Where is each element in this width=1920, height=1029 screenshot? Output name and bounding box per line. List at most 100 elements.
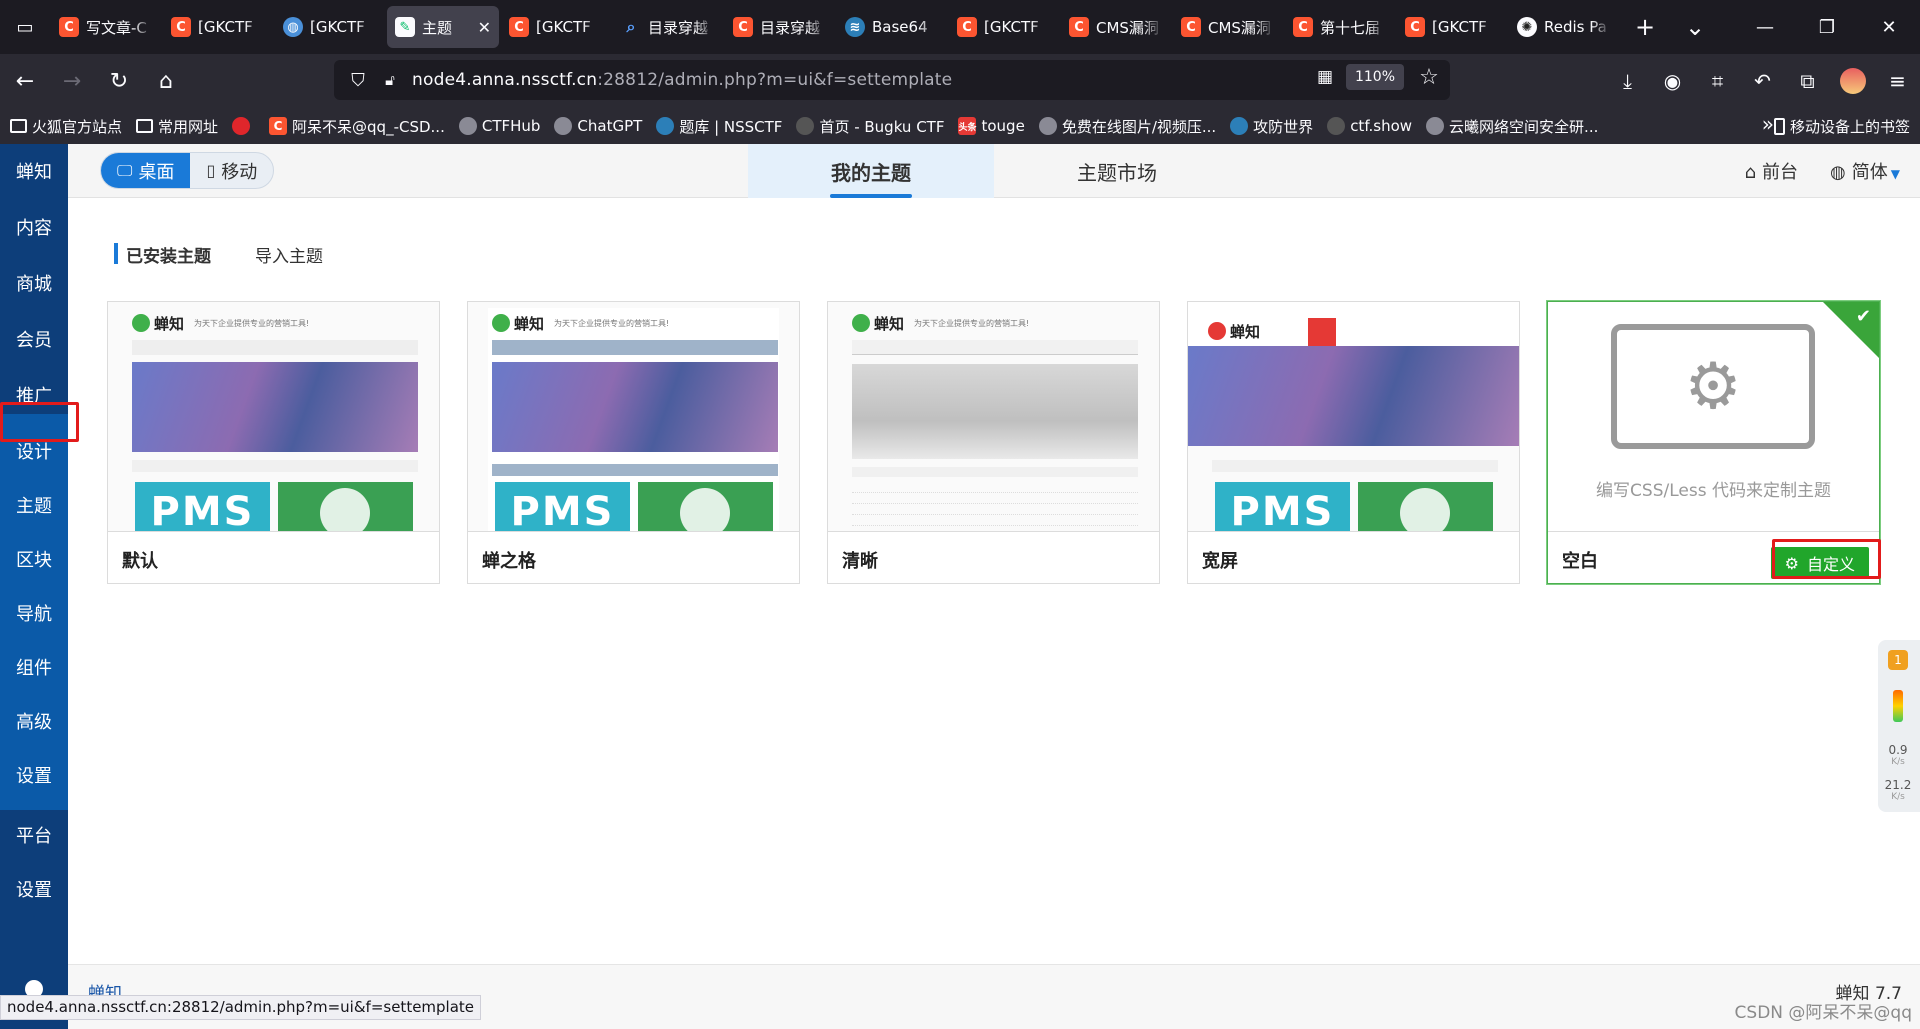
language-dropdown[interactable]: ◍ 简体 ▼ — [1830, 158, 1900, 184]
network-speed-widget[interactable]: 1 0.9 K/s 21.2 K/s — [1878, 640, 1920, 812]
minimize-icon[interactable]: — — [1734, 0, 1796, 54]
tab-theme-market[interactable]: 主题市场 — [994, 144, 1240, 198]
close-tab-icon[interactable]: ✕ — [478, 18, 491, 37]
device-mode-switch: 🖵︎ 桌面 ▯ 移动 — [100, 152, 275, 189]
customize-button[interactable]: ⚙ 自定义 — [1770, 547, 1869, 579]
csdn-icon: C — [509, 17, 529, 37]
browser-tab[interactable]: ✺ Redis Pa — [1509, 6, 1619, 48]
sidebar-item[interactable]: 导航 — [0, 586, 68, 640]
theme-card-default[interactable]: 蝉知 为天下企业提供专业的营销工具! PMS 默认 — [107, 301, 440, 584]
sidebar-item[interactable]: 组件 — [0, 640, 68, 694]
subtab-import-theme[interactable]: 导入主题 — [243, 242, 323, 267]
tab-list-icon[interactable]: ▭ — [0, 0, 50, 54]
sidebar-item[interactable]: 设计 — [0, 424, 68, 478]
url-text[interactable]: node4.anna.nssctf.cn:28812/admin.php?m=u… — [412, 70, 952, 90]
restore-icon[interactable]: ❐ — [1796, 0, 1858, 54]
bookmark-item[interactable]: 免费在线图片/视频压... — [1038, 116, 1216, 137]
mobile-bookmarks[interactable]: 移动设备上的书签 — [1773, 116, 1910, 137]
status-bar-url: node4.anna.nssctf.cn:28812/admin.php?m=u… — [0, 995, 482, 1020]
bookmark-item[interactable]: 火狐官方站点 — [10, 116, 122, 137]
tab-label: 写文章-C — [86, 18, 147, 37]
undo-icon[interactable]: ↶ — [1740, 59, 1785, 103]
bookmark-item[interactable]: 攻防世界 — [1230, 116, 1313, 137]
sidebar-item[interactable]: 蝉知 — [0, 144, 68, 198]
bookmark-item[interactable]: ChatGPT — [554, 117, 642, 135]
browser-tab[interactable]: C [GKCTF — [1397, 6, 1507, 48]
sidebar-item[interactable]: 内容 — [0, 200, 68, 254]
sidebar-item[interactable]: 高级 — [0, 694, 68, 748]
bookmark-item[interactable]: CTFHub — [458, 117, 540, 135]
mode-mobile[interactable]: ▯ 移动 — [190, 153, 273, 188]
sidebar-item[interactable]: 区块 — [0, 532, 68, 586]
csdn-icon: C — [1181, 17, 1201, 37]
bookmark-item[interactable]: 云曦网络空间安全研... — [1426, 116, 1598, 137]
edit-icon: ✎ — [395, 17, 415, 37]
bookmark-item[interactable]: ctf.show — [1327, 117, 1412, 135]
home-icon[interactable]: ⌂ — [144, 59, 188, 103]
bookmark-item[interactable]: 首页 - Bugku CTF — [796, 116, 944, 137]
browser-tab[interactable]: C 写文章-C — [51, 6, 161, 48]
qr-code-icon[interactable]: ▦ — [1314, 66, 1336, 88]
address-bar[interactable]: ⛉ 🔓︎ node4.anna.nssctf.cn:28812/admin.ph… — [334, 60, 1450, 100]
extensions-icon[interactable]: ⧉ — [1785, 59, 1830, 103]
desktop-icon: 🖵︎ — [117, 160, 133, 180]
forward-arrow-icon[interactable]: → — [50, 59, 94, 103]
sidebar-item[interactable]: 设置 — [0, 748, 68, 802]
front-link[interactable]: ⌂ 前台 — [1745, 158, 1798, 184]
home-icon: ⌂ — [1744, 162, 1757, 183]
bookmark-item[interactable]: 题库 | NSSCTF — [656, 116, 782, 137]
menu-icon[interactable]: ≡ — [1875, 59, 1920, 103]
mode-desktop[interactable]: 🖵︎ 桌面 — [101, 153, 191, 188]
browser-tab[interactable]: ≋ Base64 — [837, 6, 947, 48]
lock-icon[interactable]: 🔓︎ — [378, 71, 402, 89]
chevron-double-right-icon[interactable]: » — [1762, 112, 1774, 136]
zoom-level-badge[interactable]: 110% — [1345, 64, 1404, 90]
sidebar-item[interactable]: 商城 — [0, 256, 68, 310]
new-tab-button[interactable]: + — [1620, 0, 1670, 54]
theme-card-chanzhige[interactable]: 蝉知 为天下企业提供专业的营销工具! PMS 蝉之格 — [467, 301, 800, 584]
back-arrow-icon[interactable]: ← — [3, 59, 47, 103]
bookmark-item[interactable] — [232, 117, 255, 135]
close-window-icon[interactable]: ✕ — [1858, 0, 1920, 54]
browser-tab[interactable]: C [GKCTF — [949, 6, 1059, 48]
browser-tab[interactable]: ◍ [GKCTF — [275, 6, 385, 48]
account-icon[interactable]: ◉ — [1650, 59, 1695, 103]
theme-card-widescreen[interactable]: 蝉知 PMS 宽屏 — [1187, 301, 1520, 584]
sidebar-item[interactable]: 推广 — [0, 368, 68, 422]
browser-tab[interactable]: C 目录穿越 — [725, 6, 835, 48]
browser-tab[interactable]: ✎ 主题 ✕ — [387, 6, 499, 48]
sidebar-item[interactable]: 会员 — [0, 312, 68, 366]
csdn-icon: C — [1293, 17, 1313, 37]
tab-my-themes[interactable]: 我的主题 — [748, 144, 994, 198]
bookmark-favicon-icon: 头条 — [958, 117, 977, 135]
bookmark-star-icon[interactable]: ☆ — [1414, 65, 1444, 90]
bookmark-item[interactable]: C 阿呆不呆@qq_-CSD... — [269, 116, 445, 137]
reload-icon[interactable]: ↻ — [97, 59, 141, 103]
theme-card-clear[interactable]: 蝉知 为天下企业提供专业的营销工具! 清晰 — [827, 301, 1160, 584]
search-icon: ⌕ — [626, 17, 636, 36]
sidebar-item[interactable]: 设置 — [0, 862, 68, 916]
subtab-installed-themes[interactable]: 已安装主题 — [114, 242, 211, 267]
browser-tab[interactable]: C [GKCTF — [501, 6, 611, 48]
browser-tab[interactable]: ⌕ 目录穿越 — [613, 6, 723, 48]
crop-icon[interactable]: ⌗ — [1695, 59, 1740, 103]
shield-icon[interactable]: ⛉ — [338, 70, 378, 91]
tab-label: 目录穿越 — [648, 18, 709, 37]
browser-tab[interactable]: C CMS漏洞 — [1061, 6, 1171, 48]
browser-tab[interactable]: C 第十七届 — [1285, 6, 1395, 48]
download-icon[interactable]: ⤓ — [1605, 59, 1650, 103]
browser-nav-bar: ← → ↻ ⌂ ⛉ 🔓︎ node4.anna.nssctf.cn:28812/… — [0, 54, 1920, 108]
bookmark-item[interactable]: 头条 touge — [958, 117, 1025, 135]
sidebar-item[interactable]: 平台 — [0, 808, 68, 862]
bookmark-item[interactable]: 常用网址 — [136, 116, 218, 137]
browser-tab[interactable]: C CMS漏洞 — [1173, 6, 1283, 48]
caret-down-icon: ▼ — [1890, 167, 1900, 181]
theme-card-blank[interactable]: ⚙ 编写CSS/Less 代码来定制主题 ✔ 空白 ⚙ 自定义 — [1547, 301, 1880, 584]
browser-tab[interactable]: C [GKCTF — [163, 6, 273, 48]
speed-bar — [1893, 690, 1903, 722]
chevron-down-icon[interactable]: ⌄ — [1670, 0, 1720, 54]
csdn-icon: C — [1405, 17, 1425, 37]
profile-avatar-icon[interactable] — [1830, 59, 1875, 103]
theme-name: 蝉之格 — [482, 551, 536, 572]
sidebar-item[interactable]: 主题 — [0, 478, 68, 532]
